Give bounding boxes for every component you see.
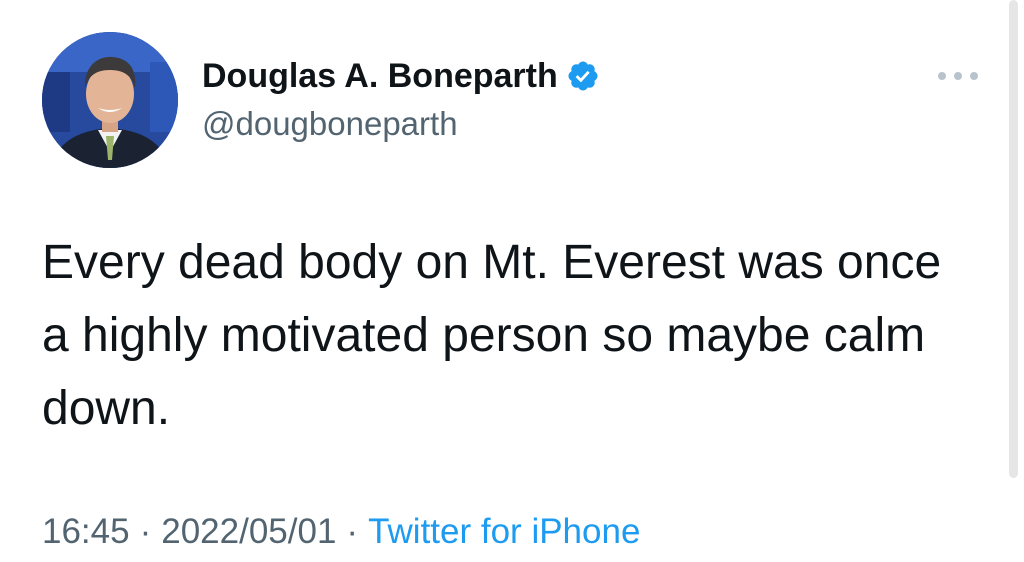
- tweet-source-link[interactable]: Twitter for iPhone: [368, 512, 640, 551]
- dot: [954, 72, 962, 80]
- dot: [938, 72, 946, 80]
- meta-separator: ·: [139, 512, 152, 551]
- tweet-time[interactable]: 16:45: [42, 512, 130, 551]
- author-name-row[interactable]: Douglas A. Boneparth: [202, 56, 600, 96]
- tweet-meta: 16:45 · 2022/05/01 · Twitter for iPhone: [42, 510, 640, 554]
- meta-separator: ·: [346, 512, 359, 551]
- tweet-date[interactable]: 2022/05/01: [161, 512, 336, 551]
- dot: [970, 72, 978, 80]
- author-display-name[interactable]: Douglas A. Boneparth: [202, 56, 558, 96]
- author-handle[interactable]: @dougboneparth: [202, 104, 458, 144]
- avatar[interactable]: [42, 32, 178, 168]
- scrollbar[interactable]: [1009, 0, 1018, 478]
- more-options-icon[interactable]: [938, 66, 978, 86]
- tweet-text: Every dead body on Mt. Everest was once …: [42, 236, 942, 435]
- verified-badge-icon: [566, 59, 600, 93]
